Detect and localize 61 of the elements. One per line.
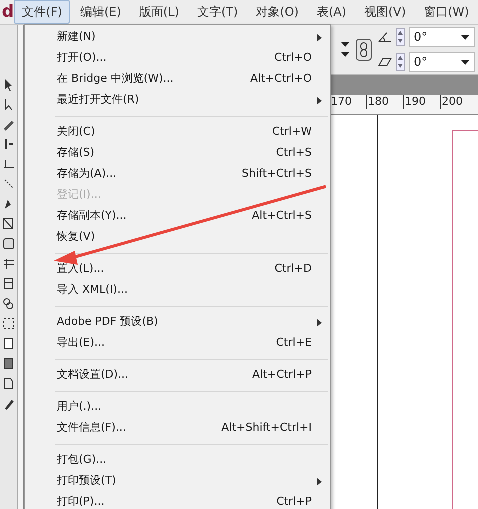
shortcut-text: Shift+Ctrl+S bbox=[242, 166, 312, 182]
tool-icon[interactable] bbox=[2, 317, 16, 331]
menu-item[interactable]: 文件信息(F)... Alt+Shift+Ctrl+I bbox=[25, 418, 330, 439]
menu-item[interactable]: 导入 XML(I)... bbox=[25, 280, 330, 301]
menu-item[interactable]: 视图(V) bbox=[356, 0, 414, 24]
tool-icon[interactable] bbox=[2, 337, 16, 351]
shortcut-text: Alt+Ctrl+S bbox=[252, 208, 312, 224]
chain-link-button[interactable] bbox=[356, 38, 372, 60]
menu-item[interactable]: 编辑(E) bbox=[72, 0, 130, 24]
tool-icon[interactable] bbox=[2, 277, 16, 291]
tool-icon[interactable] bbox=[2, 377, 16, 391]
tool-icon[interactable] bbox=[2, 257, 16, 271]
menu-item[interactable]: 存储副本(Y)... Alt+Ctrl+S bbox=[25, 206, 330, 227]
ruler-label: 190 bbox=[403, 95, 440, 110]
menu-item[interactable]: 打印预设(T) bbox=[25, 471, 330, 492]
menu-item[interactable]: Adobe PDF 预设(B) bbox=[25, 312, 330, 333]
angle-field[interactable]: 0° bbox=[409, 27, 475, 47]
menu-item[interactable]: 存储为(A)... Shift+Ctrl+S bbox=[25, 164, 330, 185]
tool-icon[interactable] bbox=[2, 177, 16, 191]
menu-item[interactable]: 最近打开文件(R) bbox=[25, 90, 330, 111]
shortcut-text: Ctrl+W bbox=[272, 124, 312, 140]
shortcut-text: Ctrl+D bbox=[274, 261, 312, 278]
spinner-arrows[interactable] bbox=[396, 28, 405, 46]
menu-item[interactable]: 恢复(V) bbox=[25, 227, 330, 248]
shortcut-text: Ctrl+S bbox=[276, 145, 312, 162]
menu-item[interactable]: 新建(N) bbox=[25, 27, 330, 48]
app-logo: d bbox=[1, 4, 14, 20]
menu-item[interactable]: 打开(O)... Ctrl+O bbox=[25, 48, 330, 69]
menu-item[interactable]: 存储(S) Ctrl+S bbox=[25, 143, 330, 164]
menu-item[interactable]: 文件(F) bbox=[14, 0, 70, 24]
menu-item[interactable]: 导出(E)... Ctrl+E bbox=[25, 333, 330, 354]
angle-field[interactable]: 0° bbox=[409, 52, 475, 72]
menu-item[interactable]: 文档设置(D)... Alt+Ctrl+P bbox=[25, 365, 330, 386]
tool-icon[interactable] bbox=[2, 157, 16, 171]
shear-angle-icon bbox=[378, 56, 392, 68]
shortcut-text: Ctrl+O bbox=[274, 50, 312, 66]
ruler-label: 200 bbox=[440, 95, 477, 110]
menu-item[interactable]: 关闭(C) Ctrl+W bbox=[25, 122, 330, 143]
menu-item[interactable]: 用户(.)... bbox=[25, 397, 330, 418]
tool-icon[interactable] bbox=[2, 237, 16, 251]
ruler-label: 180 bbox=[366, 95, 403, 110]
tool-icon[interactable] bbox=[2, 357, 16, 371]
shortcut-text: Ctrl+P bbox=[276, 494, 312, 509]
menu-item[interactable]: 表(A) bbox=[308, 0, 355, 24]
menu-item[interactable]: 对象(O) bbox=[248, 0, 307, 24]
dropdown-caret-icon[interactable] bbox=[461, 34, 470, 40]
shortcut-text: Alt+Ctrl+P bbox=[252, 367, 312, 384]
spinner-arrows[interactable] bbox=[396, 53, 405, 71]
tool-icon[interactable] bbox=[2, 297, 16, 311]
menu-item[interactable]: 打印(P)... Ctrl+P bbox=[25, 492, 330, 509]
shortcut-text: Alt+Shift+Ctrl+I bbox=[222, 420, 312, 436]
shortcut-text: Alt+Ctrl+O bbox=[250, 71, 312, 88]
menu-item[interactable]: 文字(T) bbox=[189, 0, 246, 24]
shortcut-text: Ctrl+E bbox=[276, 335, 312, 352]
menu-item[interactable]: 版面(L) bbox=[131, 0, 188, 24]
tool-icon[interactable] bbox=[2, 217, 16, 231]
menu-item[interactable]: 窗口(W) bbox=[416, 0, 478, 24]
dropdown-caret-icon[interactable] bbox=[461, 60, 470, 64]
rotate-angle-icon bbox=[378, 31, 392, 43]
menu-item[interactable]: 在 Bridge 中浏览(W)... Alt+Ctrl+O bbox=[25, 69, 330, 90]
menu-item[interactable]: 打包(G)... bbox=[25, 450, 330, 471]
